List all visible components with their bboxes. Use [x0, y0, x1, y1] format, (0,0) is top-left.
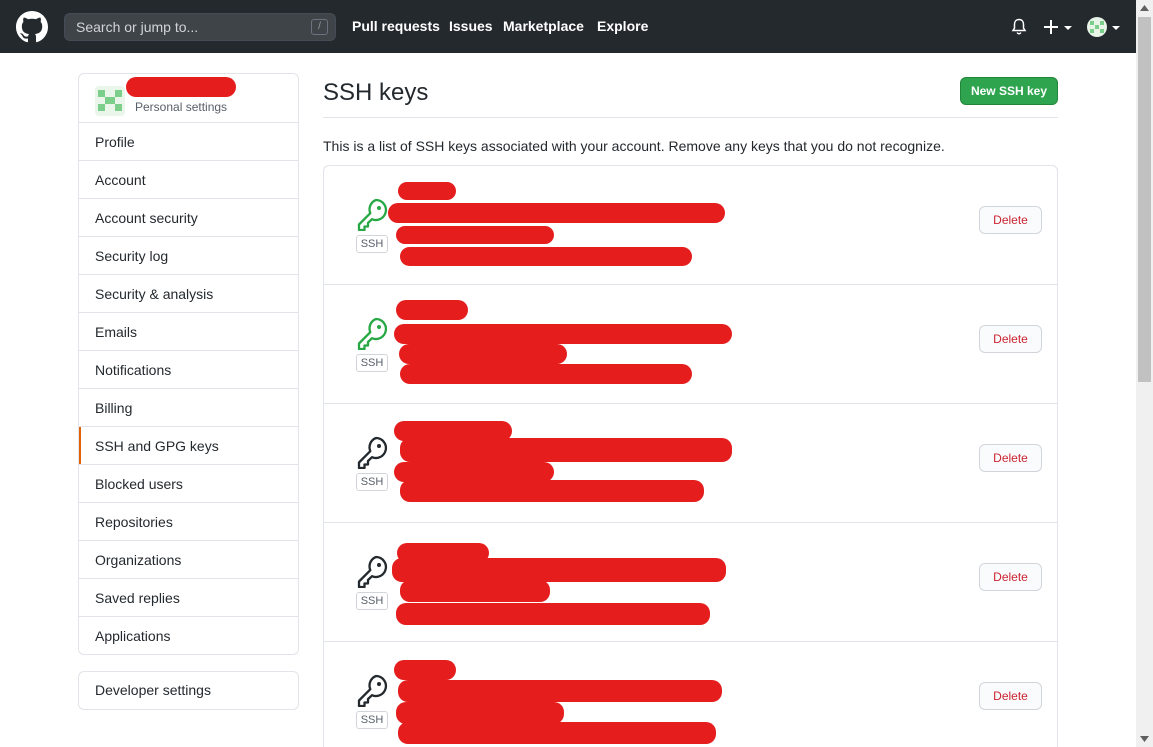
sidebar-item-billing[interactable]: Billing [79, 389, 298, 427]
page-scrollbar[interactable] [1136, 0, 1153, 747]
redacted-key-info [398, 722, 716, 744]
scroll-down-arrow-icon[interactable] [1140, 736, 1149, 742]
redacted-key-info [392, 558, 726, 582]
delete-key-button[interactable]: Delete [979, 444, 1042, 472]
sidebar-item-blocked-users[interactable]: Blocked users [79, 465, 298, 503]
nav-issues[interactable]: Issues [449, 18, 493, 34]
key-icon [357, 555, 388, 588]
redacted-key-info [398, 680, 722, 702]
sidebar-subtitle: Personal settings [135, 100, 228, 114]
sidebar-item-notifications[interactable]: Notifications [79, 351, 298, 389]
key-icon [357, 317, 388, 350]
sidebar-item-developer-settings[interactable]: Developer settings [78, 671, 299, 710]
sidebar-item-saved-replies[interactable]: Saved replies [79, 579, 298, 617]
search-shortcut-hint: / [311, 19, 328, 35]
sidebar-item-account-security[interactable]: Account security [79, 199, 298, 237]
sidebar-item-profile[interactable]: Profile [79, 123, 298, 161]
scroll-up-arrow-icon[interactable] [1140, 5, 1149, 11]
key-icon [357, 198, 388, 231]
search-placeholder: Search or jump to... [76, 19, 199, 35]
redacted-key-info [400, 247, 692, 266]
ssh-key-row: SSH Delete [324, 523, 1057, 642]
ssh-type-badge: SSH [356, 354, 388, 372]
ssh-keys-list: SSH Delete SSH Delete SSH Delete SSH Del… [323, 165, 1058, 747]
user-avatar [95, 86, 125, 116]
redacted-key-info [398, 182, 456, 200]
redacted-key-info [396, 300, 468, 320]
redacted-key-info [396, 702, 564, 724]
sidebar-item-organizations[interactable]: Organizations [79, 541, 298, 579]
ssh-type-badge: SSH [356, 711, 388, 729]
nav-marketplace[interactable]: Marketplace [503, 18, 584, 34]
ssh-type-badge: SSH [356, 592, 388, 610]
redacted-key-info [399, 344, 567, 364]
ssh-type-badge: SSH [356, 473, 388, 491]
search-input[interactable]: Search or jump to... / [64, 13, 336, 41]
redacted-key-info [394, 660, 456, 680]
delete-key-button[interactable]: Delete [979, 206, 1042, 234]
sidebar-item-security-log[interactable]: Security log [79, 237, 298, 275]
key-icon [357, 436, 388, 469]
redacted-key-info [400, 438, 732, 462]
redacted-key-info [394, 462, 554, 482]
redacted-key-info [400, 364, 692, 384]
notifications-bell-icon[interactable] [1011, 18, 1027, 36]
key-icon [357, 674, 388, 707]
new-ssh-key-button[interactable]: New SSH key [960, 77, 1058, 105]
redacted-username [126, 77, 236, 97]
scrollbar-thumb[interactable] [1138, 17, 1151, 382]
user-avatar-menu-icon[interactable] [1087, 17, 1121, 37]
redacted-key-info [396, 226, 554, 244]
delete-key-button[interactable]: Delete [979, 325, 1042, 353]
nav-explore[interactable]: Explore [597, 18, 648, 34]
ssh-key-row: SSH Delete [324, 166, 1057, 285]
redacted-key-info [394, 324, 732, 344]
ssh-key-row: SSH Delete [324, 404, 1057, 523]
delete-key-button[interactable]: Delete [979, 682, 1042, 710]
redacted-key-info [400, 580, 550, 602]
page-title: SSH keys [323, 79, 429, 106]
ssh-key-row: SSH Delete [324, 285, 1057, 404]
ssh-type-badge: SSH [356, 235, 388, 253]
create-new-plus-icon[interactable] [1043, 17, 1073, 37]
github-logo-icon[interactable] [16, 11, 48, 43]
delete-key-button[interactable]: Delete [979, 563, 1042, 591]
sidebar-item-applications[interactable]: Applications [79, 617, 298, 654]
redacted-key-info [388, 203, 725, 223]
redacted-key-info [396, 603, 710, 625]
settings-sidebar: Personal settings Profile Account Accoun… [78, 73, 299, 655]
sidebar-item-emails[interactable]: Emails [79, 313, 298, 351]
nav-pull-requests[interactable]: Pull requests [352, 18, 440, 34]
sidebar-item-account[interactable]: Account [79, 161, 298, 199]
sidebar-header: Personal settings [79, 74, 298, 123]
title-divider [323, 117, 1058, 118]
ssh-key-row: SSH Delete [324, 642, 1057, 747]
ssh-keys-description: This is a list of SSH keys associated wi… [323, 138, 945, 154]
sidebar-item-repositories[interactable]: Repositories [79, 503, 298, 541]
redacted-key-info [400, 480, 704, 502]
sidebar-item-ssh-gpg-keys[interactable]: SSH and GPG keys [79, 427, 298, 465]
sidebar-item-security-analysis[interactable]: Security & analysis [79, 275, 298, 313]
top-header: Search or jump to... / Pull requests Iss… [0, 0, 1136, 53]
